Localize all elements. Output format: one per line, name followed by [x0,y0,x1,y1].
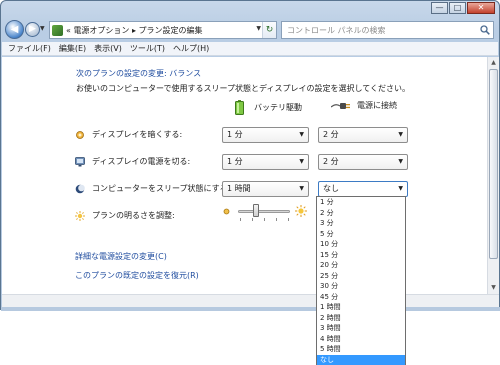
content-pane: 次のプランの設定の変更: バランス お使いのコンピューターで使用するスリープ状態… [2,57,487,294]
list-item[interactable]: 30 分 [317,281,405,292]
sleep-plugged-value: なし [323,184,339,193]
column-plugged: 電源に接続 [331,100,397,111]
breadcrumb: « 電源オプション ▸ プラン設定の編集 [66,25,203,35]
column-battery: バッテリ駆動 [235,100,302,115]
scroll-thumb[interactable] [489,69,498,259]
battery-icon [235,100,244,115]
list-item[interactable]: 5 時間 [317,344,405,355]
sleep-battery-select[interactable]: 1 時間 ▼ [222,181,309,197]
sleep-battery-value: 1 時間 [227,184,251,193]
list-item[interactable]: 1 分 [317,197,405,208]
menu-file[interactable]: ファイル(F) [8,43,51,54]
list-item[interactable]: 20 分 [317,260,405,271]
scroll-down-icon[interactable]: ▼ [489,283,498,293]
list-item[interactable]: 1 時間 [317,302,405,313]
recent-pages-dropdown[interactable]: ▼ [40,25,45,32]
advanced-settings-link[interactable]: 詳細な電源設定の変更(C) [75,251,167,262]
minimize-button[interactable]: — [431,2,448,14]
turn-off-display-plugged-value: 2 分 [323,157,339,166]
dim-display-battery-select[interactable]: 1 分 ▼ [222,127,309,143]
brightness-row: プランの明るさを調整: [75,210,175,221]
chevron-down-icon: ▼ [299,131,304,138]
slider-tick [264,218,265,221]
address-bar[interactable]: « 電源オプション ▸ プラン設定の編集 ▼ ↻ [49,21,277,39]
refresh-button[interactable]: ↻ [262,22,276,38]
monitor-icon [75,156,85,166]
moon-icon [75,184,85,193]
brightness-label: プランの明るさを調整: [92,211,175,220]
close-button[interactable]: ✕ [467,2,495,14]
scroll-up-icon[interactable]: ▲ [489,58,498,68]
back-button[interactable]: ◀ [5,20,24,39]
turn-off-display-battery-value: 1 分 [227,157,243,166]
bright-sun-icon [295,205,307,217]
slider-tick [276,218,277,221]
chevron-down-icon: ▼ [398,131,403,138]
menu-help[interactable]: ヘルプ(H) [173,43,209,54]
sleep-plugged-select[interactable]: なし ▼ [318,181,408,197]
turn-off-display-battery-select[interactable]: 1 分 ▼ [222,154,309,170]
menu-tools[interactable]: ツール(T) [130,43,165,54]
maximize-button[interactable]: □ [449,2,466,14]
forward-button[interactable]: ▶ [25,22,40,37]
dim-display-plugged-select[interactable]: 2 分 ▼ [318,127,408,143]
page-description: お使いのコンピューターで使用するスリープ状態とディスプレイの設定を選択してくださ… [76,84,410,93]
list-item[interactable]: 45 分 [317,292,405,303]
list-item[interactable]: 5 分 [317,229,405,240]
turn-off-display-plugged-select[interactable]: 2 分 ▼ [318,154,408,170]
slider-tick [240,218,241,221]
chevron-down-icon: ▼ [398,158,403,165]
sun-icon [75,210,85,221]
dim-display-battery-value: 1 分 [227,130,243,139]
slider-track [238,210,290,213]
sleep-label: コンピューターをスリープ状態にする: [92,184,231,193]
list-item[interactable]: 25 分 [317,271,405,282]
list-item[interactable]: 15 分 [317,250,405,261]
chevron-down-icon: ▼ [299,158,304,165]
search-placeholder: コントロール パネルの検索 [287,26,386,35]
list-item[interactable]: 2 分 [317,208,405,219]
search-input[interactable]: コントロール パネルの検索 [281,21,494,39]
menu-view[interactable]: 表示(V) [94,43,122,54]
page-title: 次のプランの設定の変更: バランス [76,69,202,78]
column-plugged-label: 電源に接続 [357,101,397,110]
restore-defaults-link[interactable]: このプランの既定の設定を復元(R) [75,270,199,281]
dim-display-label: ディスプレイを暗くする: [92,130,183,139]
column-battery-label: バッテリ駆動 [254,103,302,112]
explorer-window: — □ ✕ ◀ ▶ ▼ « 電源オプション ▸ プラン設定の編集 ▼ ↻ コント… [0,0,500,311]
brightness-slider-battery [222,204,307,223]
sleep-options-listbox[interactable]: 1 分 2 分 3 分 5 分 10 分 15 分 20 分 25 分 30 分… [316,196,406,365]
turn-off-display-row: ディスプレイの電源を切る: [75,156,190,167]
slider-tick [288,218,289,221]
list-item-selected[interactable]: なし [317,354,405,365]
menu-bar: ファイル(F) 編集(E) 表示(V) ツール(T) ヘルプ(H) [2,42,498,56]
dim-sun-icon [223,208,230,215]
dim-display-plugged-value: 2 分 [323,130,339,139]
slider-tick [252,218,253,221]
slider-thumb[interactable] [253,204,259,217]
chevron-down-icon: ▼ [299,185,304,192]
turn-off-display-label: ディスプレイの電源を切る: [92,157,191,166]
footer-bar [2,294,499,307]
list-item[interactable]: 10 分 [317,239,405,250]
list-item[interactable]: 3 分 [317,218,405,229]
list-item[interactable]: 4 時間 [317,334,405,345]
dim-brightness-icon [76,130,84,139]
window-bottom-border [1,307,500,311]
caption-buttons: — □ ✕ [430,2,495,14]
vertical-scrollbar[interactable]: ▲ ▼ [487,57,499,294]
power-plug-icon [331,102,350,109]
list-item[interactable]: 2 時間 [317,313,405,324]
navigation-bar: ◀ ▶ ▼ « 電源オプション ▸ プラン設定の編集 ▼ ↻ コントロール パネ… [3,18,497,40]
search-icon[interactable] [480,25,490,35]
list-item[interactable]: 3 時間 [317,323,405,334]
address-dropdown-icon[interactable]: ▼ [256,25,261,32]
chevron-down-icon: ▼ [398,185,403,192]
sleep-row: コンピューターをスリープ状態にする: [75,183,230,194]
control-panel-icon [52,24,63,36]
menu-edit[interactable]: 編集(E) [59,43,86,54]
dim-display-row: ディスプレイを暗くする: [75,129,182,140]
